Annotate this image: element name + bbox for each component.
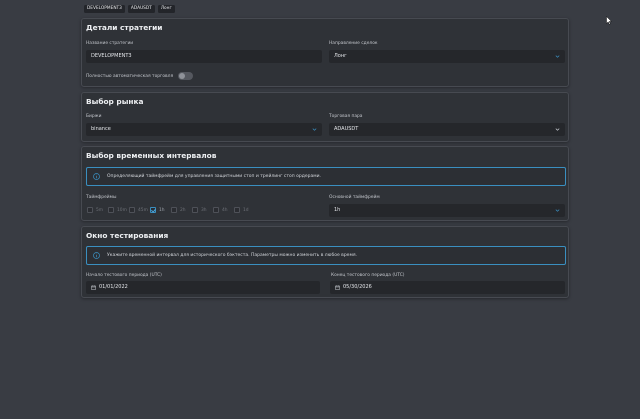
- timeframe-label: 1h: [159, 207, 165, 213]
- timeframe-checkbox[interactable]: [234, 207, 240, 213]
- timeframe-checkbox[interactable]: [129, 207, 135, 213]
- time-intervals-title: Выбор временных интервалов: [86, 151, 217, 160]
- chevron-down-icon: [555, 55, 560, 58]
- start-date-input[interactable]: 01/01/2022: [86, 281, 320, 294]
- auto-trading-toggle[interactable]: [178, 72, 193, 80]
- direction-label: Направление сделок: [329, 41, 378, 46]
- time-intervals-card: Выбор временных интервалов Определяющий …: [81, 146, 569, 221]
- market-selection-card: Выбор рынка Биржи binance Торговая пара …: [81, 92, 569, 142]
- pair-label: Торговая пара: [329, 114, 363, 119]
- timeframe-option-45m[interactable]: 45m: [129, 207, 150, 213]
- timeframe-checkboxes: 5m 10m 45m 1h 2h 3h 4h 1d: [87, 207, 255, 213]
- exchange-value: binance: [91, 126, 111, 132]
- timeframe-checkbox[interactable]: [192, 207, 198, 213]
- timeframe-option-10m[interactable]: 10m: [108, 207, 129, 213]
- timeframe-info-text: Определяющий таймфрейм для управления за…: [107, 174, 321, 179]
- main-timeframe-value: 1h: [334, 207, 341, 213]
- pair-select[interactable]: ADAUSDT: [329, 123, 565, 136]
- exchange-label: Биржи: [86, 114, 102, 119]
- info-icon: [93, 252, 100, 259]
- timeframe-option-2h[interactable]: 2h: [171, 207, 192, 213]
- testing-info-text: Укажите временной интервал для историчес…: [107, 253, 357, 258]
- main-timeframe-label: Основной таймфрейм: [329, 195, 380, 200]
- end-date-input[interactable]: 05/30/2026: [330, 281, 565, 294]
- tag-trading-pair: ADAUSDT: [127, 5, 155, 13]
- timeframe-checkbox[interactable]: [213, 207, 219, 213]
- timeframe-option-1d[interactable]: 1d: [234, 207, 255, 213]
- timeframe-label: 10m: [117, 207, 127, 213]
- exchange-select[interactable]: binance: [86, 123, 322, 136]
- direction-select[interactable]: Лонг: [329, 50, 565, 63]
- testing-window-card: Окно тестирования Укажите временной инте…: [81, 226, 569, 298]
- market-selection-title: Выбор рынка: [86, 97, 144, 106]
- timeframe-label: 1d: [243, 207, 249, 213]
- chevron-down-icon: [312, 128, 317, 131]
- timeframe-checkbox[interactable]: [150, 207, 156, 213]
- timeframe-label: 45m: [138, 207, 148, 213]
- start-date-value: 01/01/2022: [99, 284, 128, 290]
- timeframe-option-1h[interactable]: 1h: [150, 207, 171, 213]
- timeframe-option-3h[interactable]: 3h: [192, 207, 213, 213]
- calendar-icon: [91, 285, 96, 290]
- timeframe-info-banner: Определяющий таймфрейм для управления за…: [86, 167, 566, 186]
- chevron-down-icon: [555, 209, 560, 212]
- strategy-tags: DEVELOPMENT3 ADAUSDT Лонг: [84, 5, 175, 13]
- start-date-label: Начало тестового периода (UTC): [86, 273, 162, 278]
- mouse-pointer-icon: [606, 16, 612, 25]
- main-timeframe-select[interactable]: 1h: [329, 204, 565, 217]
- timeframe-option-4h[interactable]: 4h: [213, 207, 234, 213]
- chevron-down-icon: [555, 128, 560, 131]
- strategy-name-input[interactable]: DEVELOPMENT3: [86, 50, 322, 63]
- timeframe-label: 3h: [201, 207, 207, 213]
- timeframe-label: 2h: [180, 207, 186, 213]
- direction-value: Лонг: [334, 53, 347, 59]
- timeframe-checkbox[interactable]: [87, 207, 93, 213]
- calendar-icon: [335, 285, 340, 290]
- tag-strategy-name: DEVELOPMENT3: [84, 5, 125, 13]
- timeframe-checkbox[interactable]: [108, 207, 114, 213]
- strategy-details-card: Детали стратегии Название стратегии DEVE…: [81, 18, 569, 87]
- tag-direction: Лонг: [157, 5, 175, 13]
- strategy-name-label: Название стратегии: [86, 41, 134, 46]
- timeframes-label: Таймфреймы: [86, 195, 117, 200]
- timeframe-label: 5m: [96, 207, 104, 213]
- strategy-name-value: DEVELOPMENT3: [91, 53, 132, 59]
- timeframe-option-5m[interactable]: 5m: [87, 207, 108, 213]
- testing-info-banner: Укажите временной интервал для историчес…: [86, 246, 566, 265]
- strategy-details-title: Детали стратегии: [86, 23, 163, 32]
- pair-value: ADAUSDT: [334, 126, 359, 132]
- timeframe-checkbox[interactable]: [171, 207, 177, 213]
- info-icon: [93, 173, 100, 180]
- end-date-value: 05/30/2026: [343, 284, 372, 290]
- testing-window-title: Окно тестирования: [86, 231, 169, 240]
- timeframe-label: 4h: [222, 207, 228, 213]
- toggle-knob: [179, 73, 185, 79]
- end-date-label: Конец тестового периода (UTC): [331, 273, 405, 278]
- auto-trading-label: Полностью автоматическая торговля: [86, 74, 174, 79]
